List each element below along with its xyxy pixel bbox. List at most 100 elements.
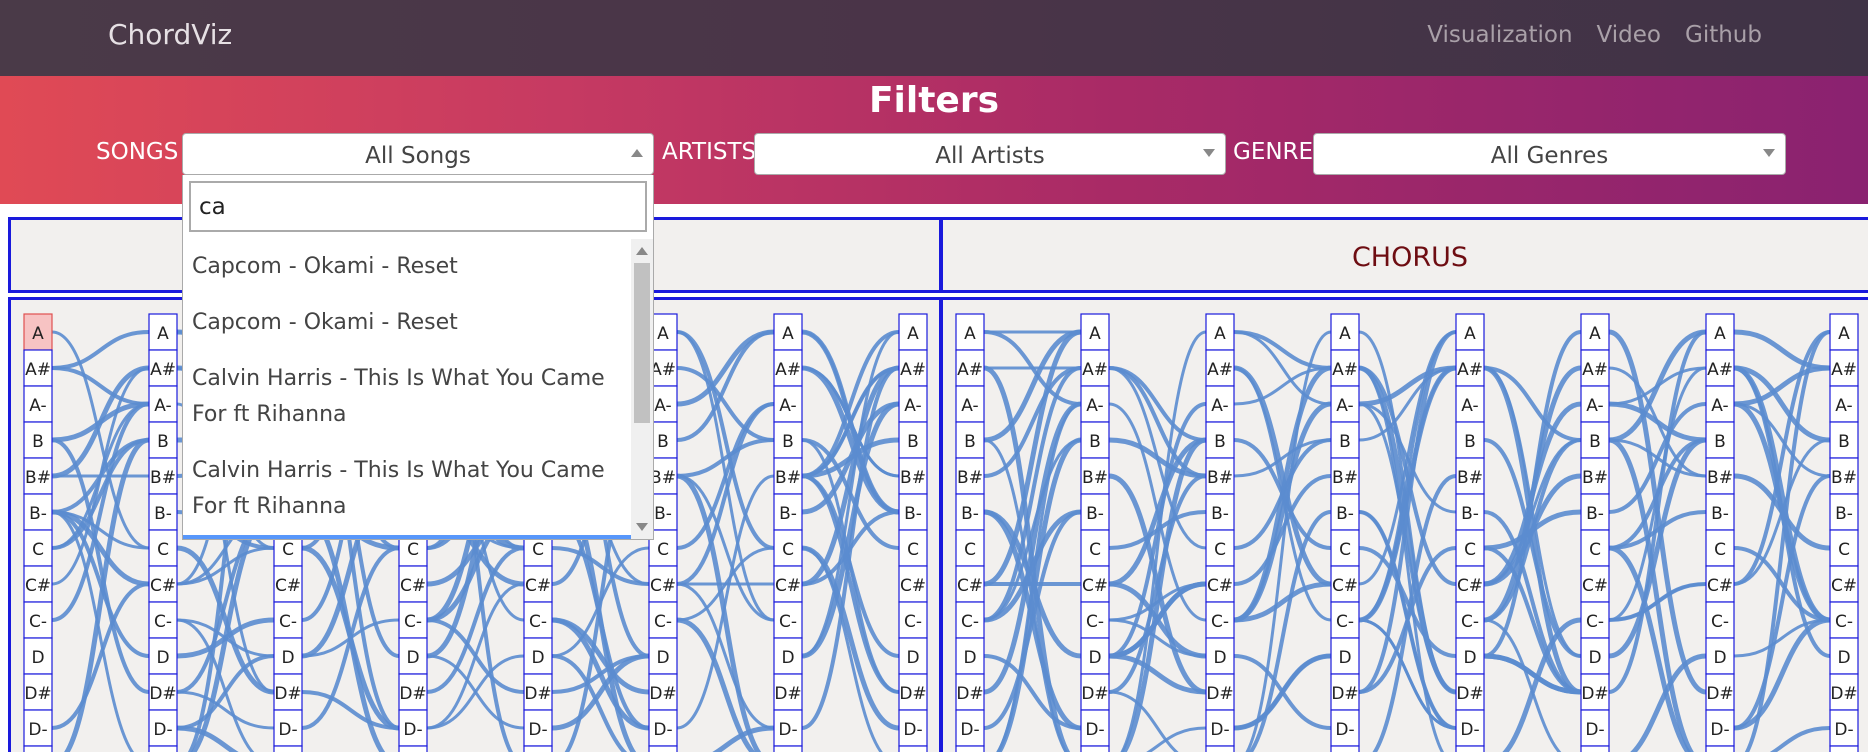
chord-node-label: D#	[1206, 684, 1233, 704]
dropdown-scrollbar[interactable]	[631, 239, 653, 539]
chord-transition	[1108, 366, 1207, 442]
chord-node-label: A	[1089, 324, 1101, 344]
chord-node-label: C-	[1086, 612, 1104, 632]
chord-node[interactable]	[1330, 745, 1360, 752]
chord-node-label: B	[1838, 432, 1850, 452]
chorus-section-title: CHORUS	[1351, 242, 1469, 273]
chord-node-label: C	[407, 540, 419, 560]
chord-node-label: A-	[1711, 396, 1728, 416]
chord-node-label: A-	[1461, 396, 1478, 416]
chord-node-label: D-	[1085, 720, 1104, 740]
songs-select-value: All Songs	[365, 143, 471, 169]
chord-column: AA#A-BB#B-CC#C-DD#D-E	[1455, 313, 1485, 752]
brand-logo[interactable]: ChordViz	[108, 18, 232, 51]
artists-select[interactable]: All Artists	[754, 133, 1226, 175]
nav-link-github[interactable]: Github	[1685, 22, 1762, 48]
chord-node-label: C-	[779, 612, 797, 632]
chord-node-label: A#	[900, 360, 926, 380]
chord-node[interactable]	[773, 745, 803, 752]
chord-node-label: A-	[1336, 396, 1353, 416]
song-option[interactable]: Capcom - Okami - Reset	[183, 295, 631, 351]
chord-node-label: C#	[775, 576, 801, 596]
nav-link-video[interactable]: Video	[1597, 22, 1661, 48]
scroll-up-icon[interactable]	[636, 247, 648, 255]
song-option-highlighted[interactable]	[183, 535, 631, 539]
chord-node-label: D-	[778, 720, 797, 740]
chord-node-label: D#	[1830, 684, 1857, 704]
scroll-thumb[interactable]	[634, 263, 650, 423]
chord-node-label: C	[32, 540, 44, 560]
chord-node[interactable]	[148, 745, 178, 752]
chord-node-label: A#	[1207, 360, 1233, 380]
chord-node[interactable]	[1829, 745, 1859, 752]
chord-node-label: A#	[1457, 360, 1483, 380]
chord-node[interactable]	[1580, 745, 1610, 752]
songs-select[interactable]: All Songs	[182, 133, 654, 175]
songs-search-input[interactable]	[189, 181, 647, 232]
chord-node-label: B	[157, 432, 169, 452]
chord-node-label: B#	[1207, 468, 1233, 488]
chord-node-label: C	[1838, 540, 1850, 560]
chord-node-label: C-	[1461, 612, 1479, 632]
chord-node-label: C-	[1711, 612, 1729, 632]
chord-node-label: B	[1339, 432, 1351, 452]
chord-node[interactable]	[1080, 745, 1110, 752]
chord-transition	[1483, 438, 1582, 622]
chord-node-label: C#	[1207, 576, 1233, 596]
chord-column: AA#A-BB#B-CC#C-DD#D-E	[148, 313, 178, 752]
chord-node[interactable]	[23, 745, 53, 752]
chord-node-label: C#	[1082, 576, 1108, 596]
chord-node-label: C	[657, 540, 669, 560]
chord-transition	[1483, 546, 1582, 694]
chord-node-label: D#	[1331, 684, 1358, 704]
chord-node[interactable]	[523, 745, 553, 752]
song-option[interactable]: Calvin Harris - This Is What You Came Fo…	[183, 351, 631, 443]
chord-node-label: D#	[1706, 684, 1733, 704]
chord-node-label: C#	[1707, 576, 1733, 596]
chevron-down-icon	[1763, 149, 1775, 157]
song-option[interactable]: Capcom - Okami - Reset	[183, 239, 631, 295]
chord-node-label: C#	[957, 576, 983, 596]
chord-node[interactable]	[1205, 745, 1235, 752]
chord-node-label: D#	[774, 684, 801, 704]
genre-select[interactable]: All Genres	[1313, 133, 1786, 175]
chord-node-label: C-	[904, 612, 922, 632]
chord-transition	[1108, 618, 1207, 658]
chord-node-label: B	[1464, 432, 1476, 452]
chord-node-label: D#	[399, 684, 426, 704]
chord-node-label: A#	[1707, 360, 1733, 380]
chord-node-label: D-	[528, 720, 547, 740]
chord-node[interactable]	[398, 745, 428, 752]
chord-node[interactable]	[648, 745, 678, 752]
chord-node-label: A	[32, 324, 44, 344]
chord-node-label: B-	[1461, 504, 1479, 524]
chord-node-label: A-	[154, 396, 171, 416]
chord-node-label: C#	[525, 576, 551, 596]
scroll-down-icon[interactable]	[636, 523, 648, 531]
song-option[interactable]: Calvin Harris - This Is What You Came Fo…	[183, 443, 631, 535]
artists-select-value: All Artists	[935, 143, 1045, 169]
chord-node-label: A	[782, 324, 794, 344]
chord-node-label: D#	[1456, 684, 1483, 704]
chord-node-label: C#	[900, 576, 926, 596]
chord-node[interactable]	[1705, 745, 1735, 752]
chord-node[interactable]	[955, 745, 985, 752]
chord-node-label: A	[907, 324, 919, 344]
chord-column: AA#A-BB#B-CC#C-DD#D-E	[955, 313, 985, 752]
chord-transition	[1358, 402, 1457, 694]
chord-node-label: A	[1464, 324, 1476, 344]
chord-node[interactable]	[1455, 745, 1485, 752]
chord-node-label: D	[906, 648, 919, 668]
chord-node-label: C	[1089, 540, 1101, 560]
chord-node[interactable]	[898, 745, 928, 752]
chord-node-label: C	[532, 540, 544, 560]
nav-link-visualization[interactable]: Visualization	[1427, 22, 1572, 48]
chord-node-label: C-	[29, 612, 47, 632]
chord-node-label: D#	[1581, 684, 1608, 704]
chord-node-label: A-	[1086, 396, 1103, 416]
chord-node-label: B	[1089, 432, 1101, 452]
chord-node-label: A-	[1835, 396, 1852, 416]
chord-node[interactable]	[273, 745, 303, 752]
chord-node-label: A	[1214, 324, 1226, 344]
chord-node-label: C-	[1336, 612, 1354, 632]
